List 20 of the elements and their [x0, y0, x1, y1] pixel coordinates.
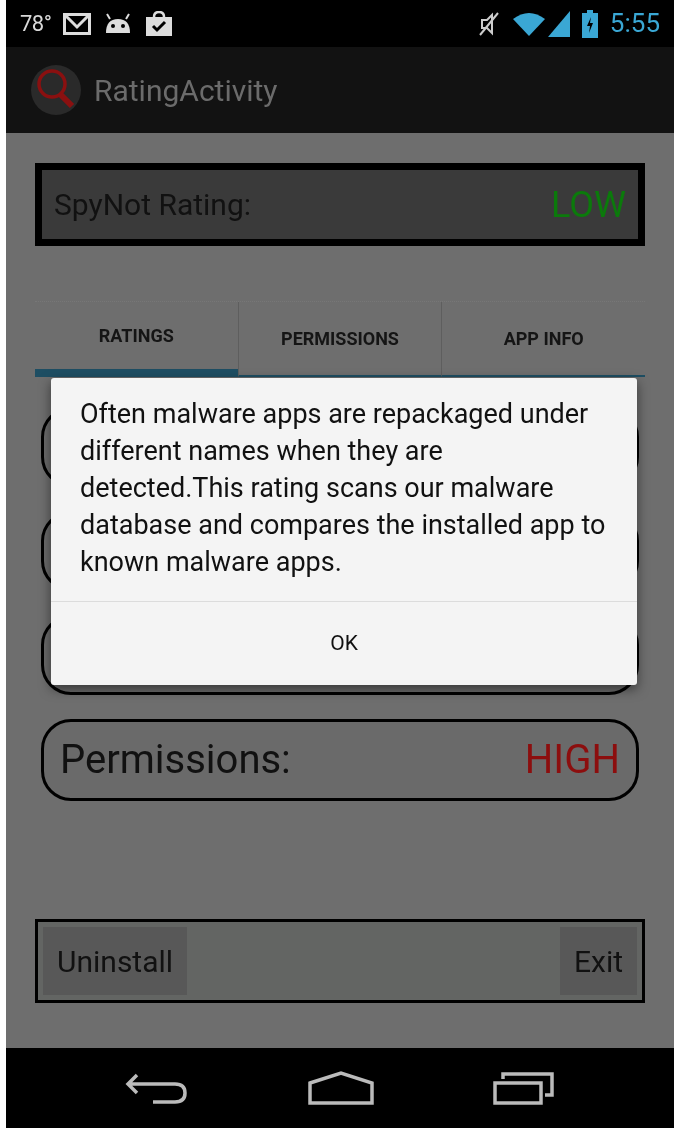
wifi-icon: [511, 10, 546, 37]
screen-title: RatingActivity: [94, 71, 278, 110]
action-button[interactable]: Exit: [559, 927, 637, 995]
temperature: 78°: [20, 10, 52, 38]
clock: 5:55: [609, 7, 660, 40]
back-icon[interactable]: [125, 1071, 190, 1105]
magnifier-icon: [30, 64, 82, 116]
action-button[interactable]: Uninstall: [43, 927, 188, 995]
row-value: HIGH: [524, 735, 620, 785]
mute-icon: [477, 10, 500, 37]
home-icon[interactable]: [308, 1071, 374, 1105]
mail-icon: [63, 12, 92, 35]
battery-icon: [581, 9, 598, 38]
bag-check-icon: [145, 10, 174, 37]
recent-apps-icon[interactable]: [492, 1071, 555, 1105]
row-label: Permissions:: [60, 735, 291, 785]
rating-value: LOW: [551, 182, 626, 228]
ok-button[interactable]: OK: [51, 601, 637, 685]
dialog-message: Often malware apps are repackaged under different names when they are detected.This rating scans our malware database and compares the installed app to known malware apps.: [79, 397, 607, 580]
signal-icon: [547, 10, 570, 37]
